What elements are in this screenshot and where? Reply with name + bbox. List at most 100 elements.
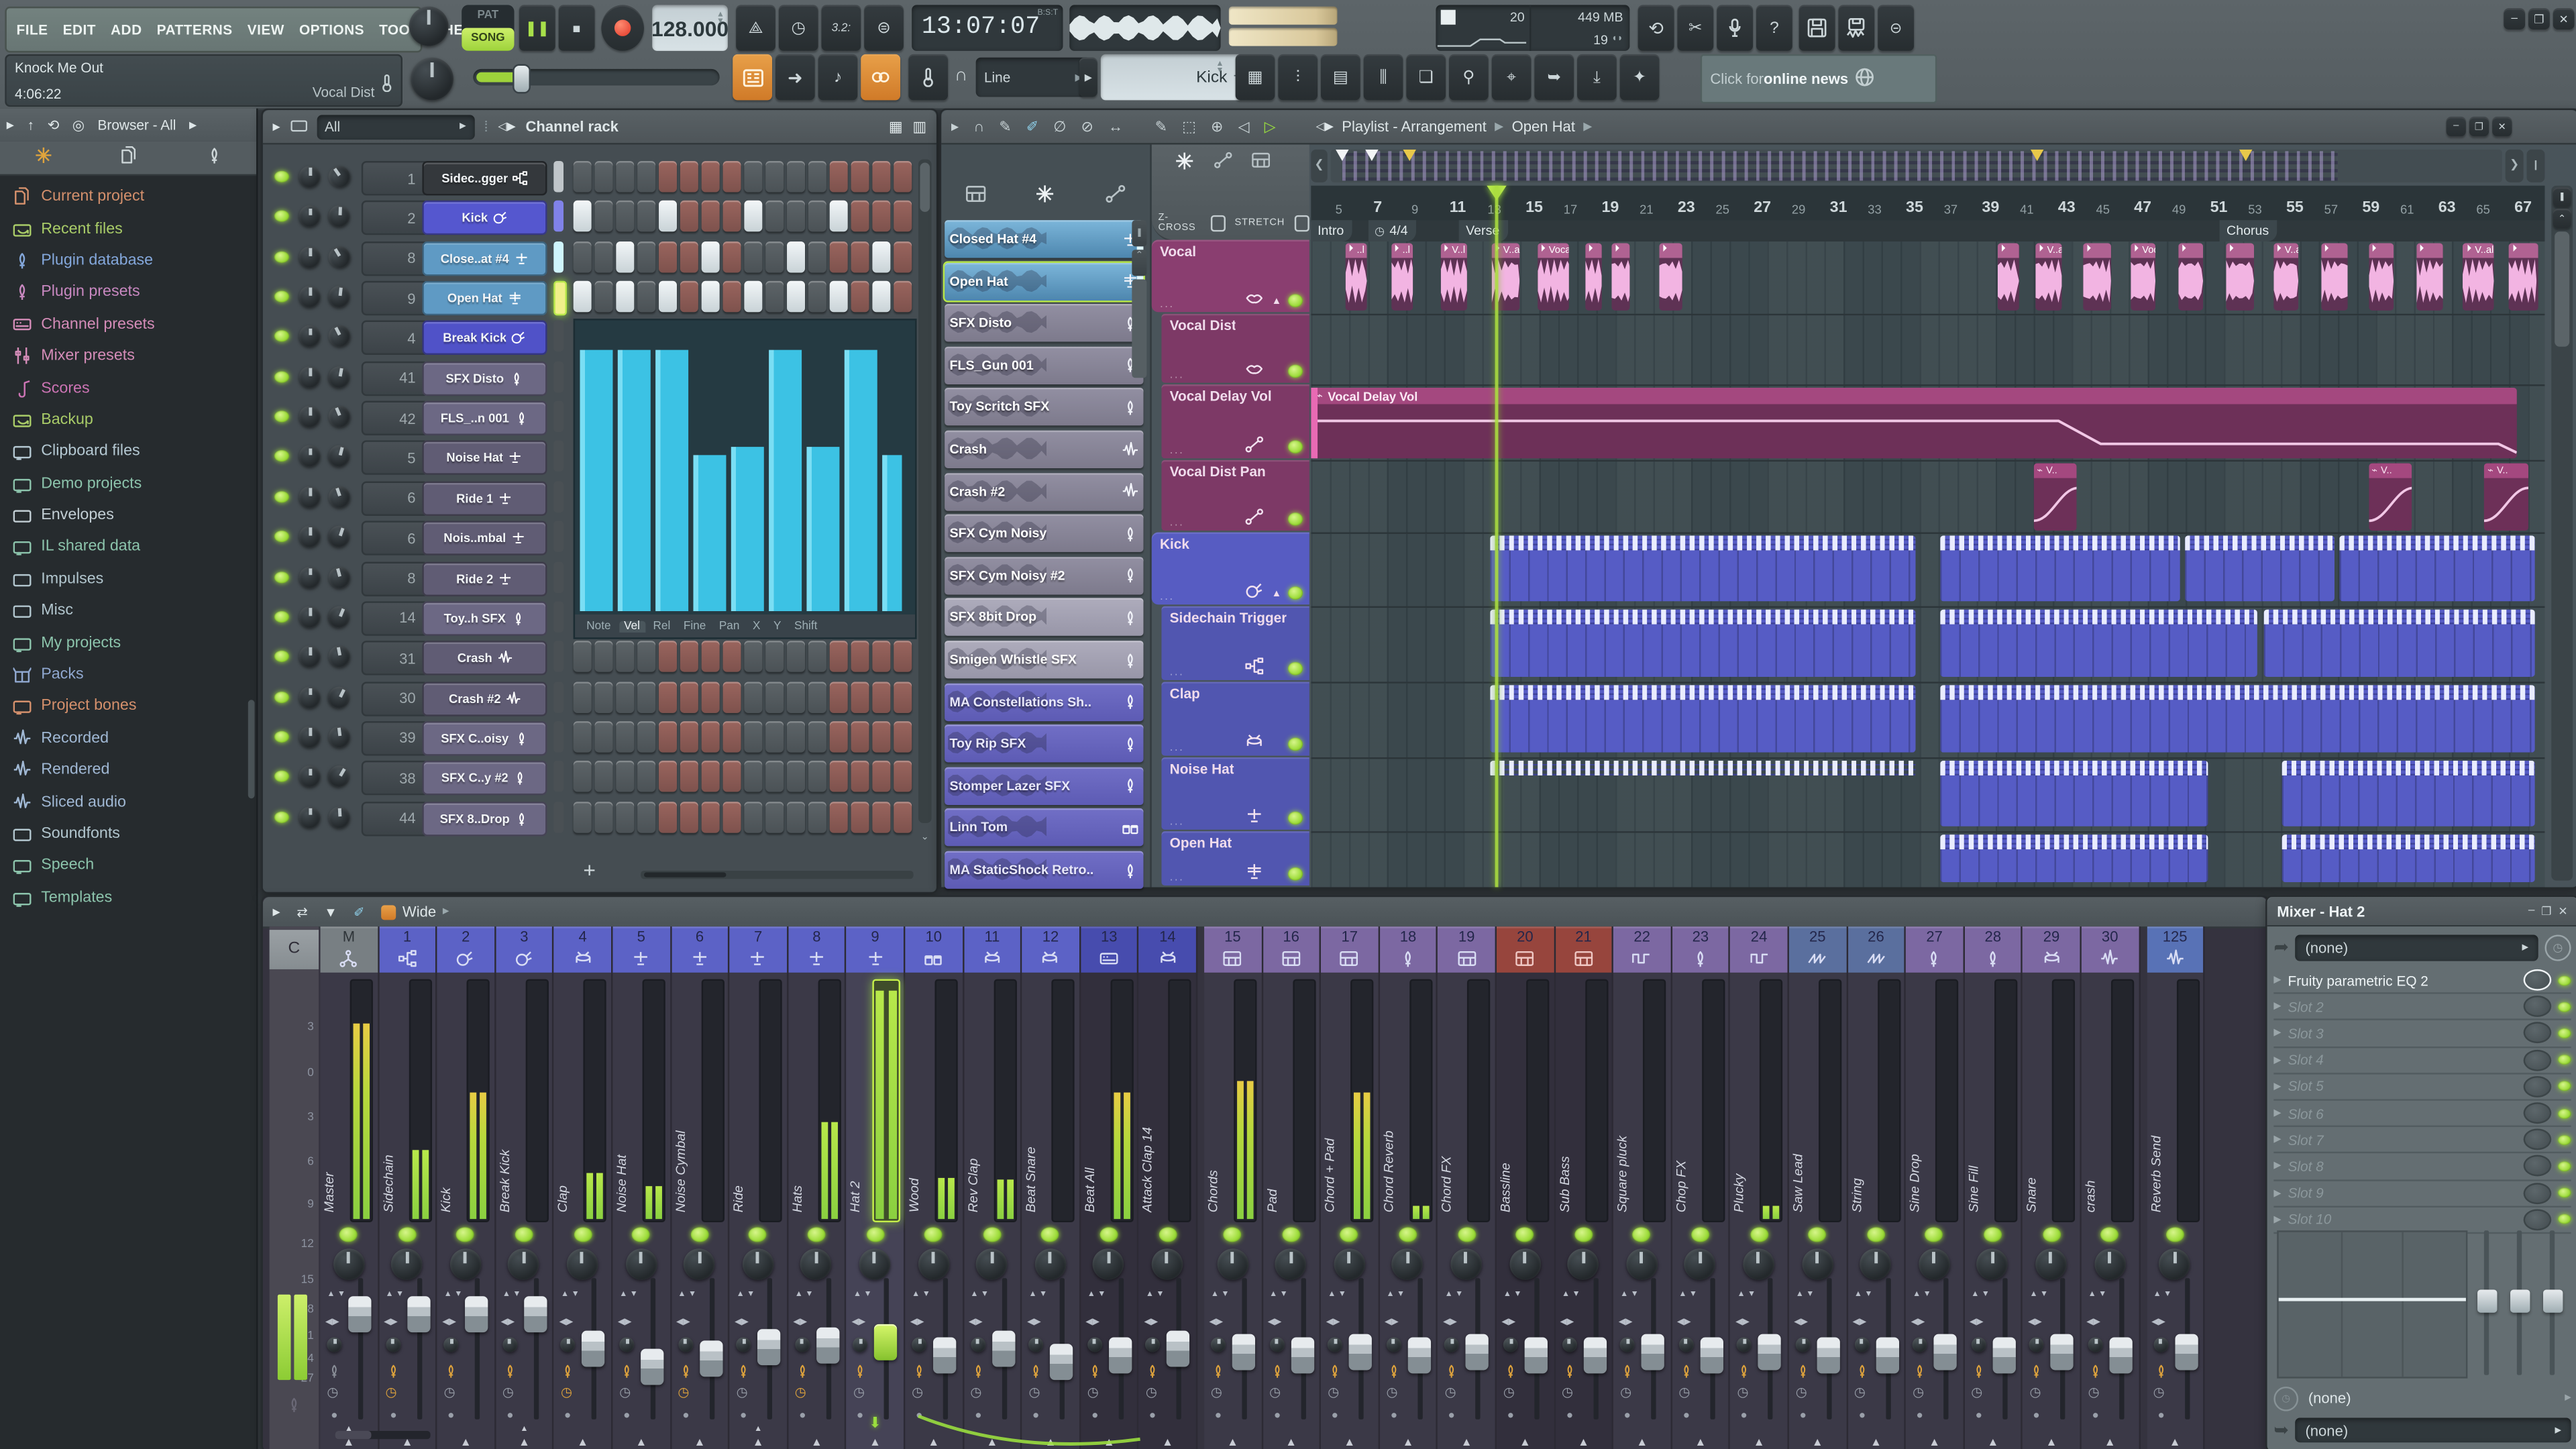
graph-tab-note[interactable]: Note <box>582 621 616 632</box>
step-edit-link-button[interactable] <box>861 54 901 101</box>
rack-step-toggle-icon[interactable]: ▥ <box>912 117 926 136</box>
browser-item-demo-projects[interactable]: Demo projects <box>0 468 256 499</box>
velocity-bar[interactable] <box>844 350 877 612</box>
velocity-bar[interactable] <box>617 350 651 612</box>
step-7[interactable] <box>701 720 720 753</box>
step-1[interactable] <box>573 681 592 712</box>
pan-arrows[interactable]: ◀▶ <box>1443 1318 1457 1328</box>
step-12[interactable] <box>808 761 826 793</box>
song-marker-verse[interactable]: Verse <box>1459 220 1508 242</box>
channel-enable-led[interactable] <box>274 211 290 223</box>
mixer-strip-clap[interactable]: 4 Clap ▲ ▼ ◀▶ ◷ ▲ <box>554 926 613 1449</box>
browser-item-soundfonts[interactable]: Soundfonts <box>0 818 256 849</box>
track-header-vocal[interactable]: Vocal... ▲ <box>1151 239 1309 313</box>
strip-mute-led[interactable] <box>866 1227 885 1242</box>
main-pitch-slider[interactable] <box>1228 28 1338 46</box>
strip-small-knob[interactable] <box>2029 1337 2045 1352</box>
strip-mute-led[interactable] <box>1750 1227 1768 1242</box>
strip-mute-led[interactable] <box>632 1227 651 1242</box>
step-2[interactable] <box>594 280 613 313</box>
channel-pan-knob[interactable] <box>299 806 321 828</box>
step-5[interactable] <box>659 720 677 753</box>
step-6[interactable] <box>680 761 698 793</box>
fx-slot-3[interactable]: ▶ Slot 3 <box>2273 1021 2571 1048</box>
picker-item-sfx-cym-noisy-2[interactable]: SFX Cym Noisy #2 <box>945 556 1144 595</box>
strip-pan-knob[interactable] <box>742 1248 773 1280</box>
mixer-strip-snare[interactable]: 29 Snare ▲ ▼ ◀▶ ◷ ▲ <box>2023 926 2082 1449</box>
step-4[interactable] <box>637 681 656 712</box>
pattern-selector[interactable]: Kick ▲▼ + <box>1100 54 1244 101</box>
strip-mute-led[interactable] <box>515 1227 533 1242</box>
strip-header[interactable]: 8 <box>788 926 845 973</box>
step-3[interactable] <box>616 641 635 673</box>
song-label[interactable]: SONG <box>462 28 515 51</box>
step-13[interactable] <box>829 241 848 272</box>
automation-clip-vocal-dist-pan[interactable]: ⌁ V.. <box>2368 463 2412 531</box>
rack-filter-dropdown[interactable]: All ▶ <box>316 114 474 139</box>
channel-enable-led[interactable] <box>274 610 290 623</box>
strip-small-knob[interactable] <box>1087 1337 1102 1352</box>
route-arrow[interactable]: ▲ <box>1636 1438 1648 1449</box>
step-6[interactable] <box>680 201 698 233</box>
slot-enable-led[interactable] <box>2558 1161 2571 1171</box>
track-dots[interactable]: ... <box>1170 743 1185 754</box>
channel-number[interactable]: 6› <box>361 521 429 556</box>
step-16[interactable] <box>894 161 912 193</box>
channel-number[interactable]: 42› <box>361 400 429 436</box>
oscilloscope[interactable] <box>1069 5 1221 51</box>
browser-item-backup[interactable]: Backup <box>0 404 256 435</box>
strip-fader[interactable] <box>1641 1334 1665 1371</box>
fx-slot-5[interactable]: ▶ Slot 5 <box>2273 1074 2571 1101</box>
picker-item-linn-tom[interactable]: Linn Tom <box>945 808 1144 847</box>
strip-clock-icon[interactable]: ◷ <box>1146 1385 1157 1399</box>
step-5[interactable] <box>659 761 677 793</box>
step-3[interactable] <box>616 161 635 193</box>
step-5[interactable] <box>659 241 677 272</box>
strip-fader[interactable] <box>407 1296 430 1333</box>
strip-mute-led[interactable] <box>2100 1227 2119 1242</box>
step-15[interactable] <box>872 161 891 193</box>
strip-mute-led[interactable] <box>1633 1227 1652 1242</box>
stereo-sep-arrows[interactable]: ▲ ▼ <box>502 1291 521 1299</box>
strip-header[interactable]: 11 <box>963 926 1021 973</box>
bpm-display[interactable]: 128.000 ▲ ▼ <box>651 5 729 51</box>
browser-item-recorded[interactable]: Recorded <box>0 722 256 754</box>
mixer-paint-icon[interactable]: ✐ <box>354 904 364 919</box>
channel-select-indicator[interactable] <box>553 241 564 272</box>
channel-volume-knob[interactable] <box>327 644 352 669</box>
track-mute-led[interactable] <box>1288 811 1303 825</box>
rack-vscrollbar[interactable]: ⌄ <box>918 159 932 843</box>
channel-pan-knob[interactable] <box>299 765 321 788</box>
slot-enable-led[interactable] <box>2558 1081 2571 1091</box>
channel-volume-knob[interactable] <box>325 483 353 511</box>
strip-header[interactable]: 18 <box>1379 926 1437 973</box>
audio-clip-vocal[interactable]: ⏵ V..l <box>1440 243 1467 311</box>
picker-tab-automation-icon[interactable] <box>1105 184 1125 203</box>
fx-slot-1[interactable]: ▶ Fruity parametric EQ 2 <box>2273 967 2571 995</box>
strip-fader[interactable] <box>757 1329 781 1366</box>
fx-input-icon[interactable]: ➦ <box>2273 936 2289 957</box>
pattern-prev-button[interactable]: ▶ <box>1079 57 1097 97</box>
channel-number[interactable]: 41› <box>361 361 429 396</box>
step-12[interactable] <box>808 681 826 712</box>
mixer-strip-saw-lead[interactable]: 25 Saw Lead ▲ ▼ ◀▶ ◷ ▲ <box>1788 926 1848 1449</box>
route-arrow[interactable]: ▲ <box>2046 1438 2057 1449</box>
strip-fader[interactable] <box>1758 1334 1782 1371</box>
strip-clock-icon[interactable]: ◷ <box>1620 1385 1631 1399</box>
channel-volume-knob[interactable] <box>327 364 352 389</box>
mixer-strip-hat-2[interactable]: 9 Hat 2 ▲ ▼ ◀▶ ◷ ▲ ⬇ <box>847 926 906 1449</box>
audio-clip-vocal[interactable]: ⏵ <box>2509 243 2538 311</box>
browser-item-envelopes[interactable]: Envelopes <box>0 499 256 531</box>
browser-item-il-shared-data[interactable]: IL shared data <box>0 531 256 563</box>
stop-button[interactable]: ■ <box>558 5 595 51</box>
step-13[interactable] <box>829 201 848 233</box>
step-10[interactable] <box>765 761 784 793</box>
channel-button-noise-hat[interactable]: Noise Hat <box>422 441 547 476</box>
strip-fader[interactable] <box>874 1324 898 1360</box>
minimap-mode-button[interactable]: ❙ <box>2526 149 2545 182</box>
strip-fader[interactable] <box>1466 1334 1489 1371</box>
step-5[interactable] <box>659 161 677 193</box>
step-14[interactable] <box>851 801 869 833</box>
stereo-sep-arrows[interactable]: ▲ ▼ <box>1737 1291 1756 1299</box>
slot-mix-knob[interactable] <box>2523 969 2552 991</box>
